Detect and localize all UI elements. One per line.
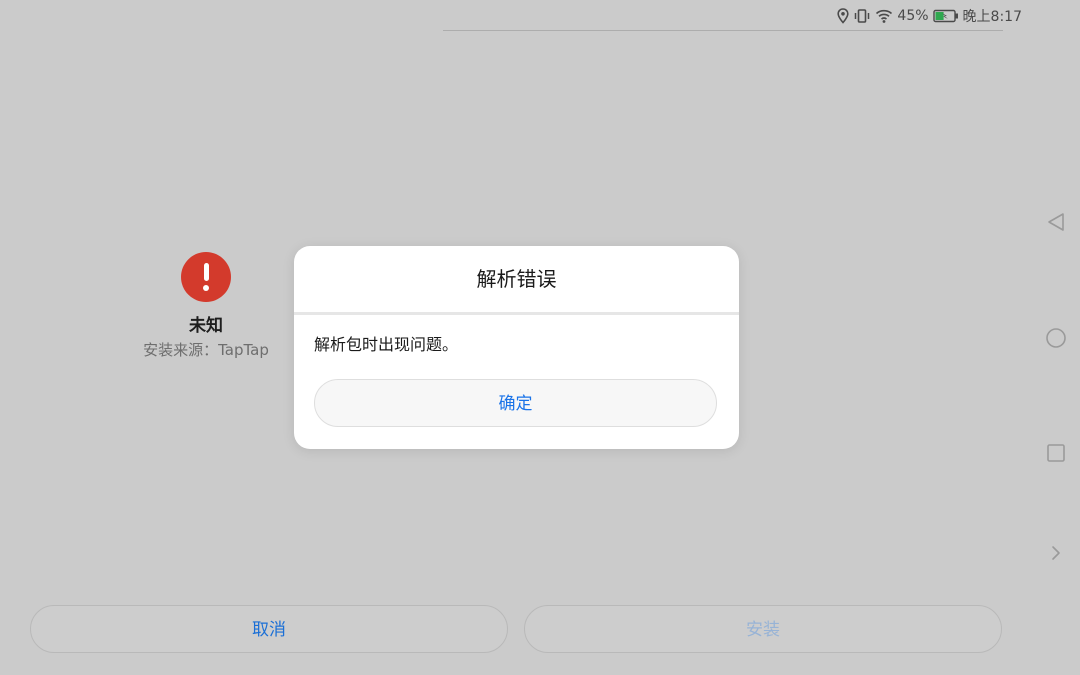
back-icon[interactable] xyxy=(1044,210,1068,234)
app-info: 未知 安装来源：TapTap xyxy=(122,252,290,360)
home-icon[interactable] xyxy=(1044,326,1068,350)
status-icons: 45% 晚上8:17 xyxy=(837,5,1022,27)
vibrate-icon xyxy=(853,8,871,24)
recents-icon[interactable] xyxy=(1044,441,1068,465)
dialog-message: 解析包时出现问题。 xyxy=(314,335,459,354)
confirm-button[interactable]: 确定 xyxy=(314,379,717,427)
warning-icon xyxy=(181,252,231,302)
clock: 晚上8:17 xyxy=(962,9,1022,25)
app-name: 未知 xyxy=(189,316,223,336)
battery-charging-icon xyxy=(932,9,959,23)
status-bar: 45% 晚上8:17 xyxy=(0,0,1080,32)
battery-percent: 45% xyxy=(897,8,929,24)
location-icon xyxy=(837,8,850,24)
install-button[interactable]: 安装 xyxy=(524,605,1002,653)
cancel-button[interactable]: 取消 xyxy=(30,605,508,653)
status-divider xyxy=(443,30,1003,31)
parse-error-dialog: 解析错误 解析包时出现问题。 确定 xyxy=(294,246,739,449)
dialog-divider xyxy=(294,312,739,315)
wifi-icon xyxy=(875,8,893,24)
dialog-title: 解析错误 xyxy=(476,267,557,291)
install-source: 安装来源：TapTap xyxy=(143,341,269,359)
expand-icon[interactable] xyxy=(1044,541,1068,565)
